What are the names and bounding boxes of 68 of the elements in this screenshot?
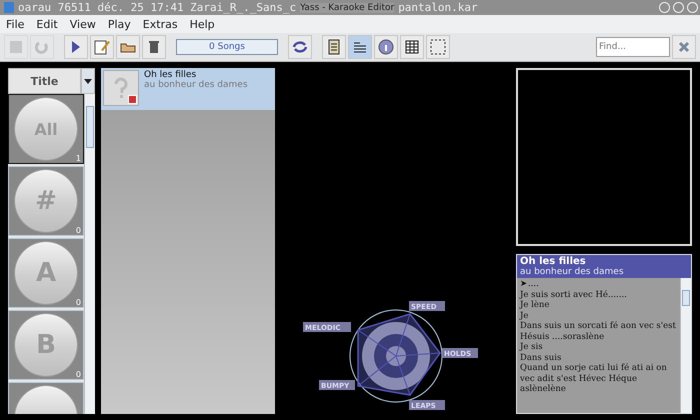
dropdown-button[interactable] (81, 68, 95, 94)
terminal-text: pantalon.kar (398, 1, 478, 14)
toolbar-button[interactable] (142, 35, 166, 59)
toolbar-button[interactable] (426, 35, 450, 59)
play-icon (71, 40, 81, 54)
lyric-line: Dans suis (520, 352, 562, 363)
letter-label: All (15, 98, 77, 160)
letter-label: A (15, 242, 77, 304)
lyrics-artist: au bonheur des dames (520, 267, 625, 277)
close-icon (678, 41, 690, 53)
menu-item[interactable]: Edit (36, 18, 58, 30)
lyric-line: ➤.... (520, 279, 540, 290)
caret-icon (84, 78, 92, 84)
toolbar-button[interactable] (64, 35, 88, 59)
scrollbar[interactable] (680, 278, 691, 413)
song-count: 0 (76, 370, 81, 379)
song-title: Oh les filles (144, 70, 198, 80)
window-title: Yass - Karaoke Editor (300, 2, 394, 12)
dashed-frame-icon (430, 39, 446, 55)
trash-icon (149, 40, 159, 54)
toolbar-button[interactable] (348, 35, 372, 59)
text-lines-icon (353, 40, 367, 54)
refresh-icon (292, 40, 308, 54)
song-count: 1 (76, 154, 81, 163)
maximize-icon[interactable] (673, 2, 684, 13)
pencil-icon (94, 39, 110, 55)
letter-tile[interactable]: All 1 (8, 94, 84, 164)
lyric-line: Dans suis un sorcati fé aon vec s'est Hésuis ....soraslène (520, 321, 677, 342)
letter-tile[interactable]: # 0 (8, 166, 84, 236)
menu-item[interactable]: File (6, 18, 24, 30)
lyric-line: Je (520, 310, 530, 321)
song-count: 0 (76, 226, 81, 235)
minimize-icon[interactable] (659, 2, 670, 13)
scrollbar[interactable] (84, 94, 95, 414)
search-field[interactable]: Find... (596, 37, 670, 57)
menu-item[interactable]: View (70, 18, 96, 30)
menu-item[interactable]: Extras (142, 18, 178, 30)
lyric-line: Quand un sorje cati lui fé ati ai on vec adit s'est Hévec Héque aslènelène (520, 363, 668, 394)
cover-placeholder-icon (103, 70, 139, 106)
terminal-text: oarau 76511 déc. 25 17:41 Zarai_R_._Sans_c (18, 1, 296, 14)
toolbar-button[interactable] (400, 35, 424, 59)
sort-dropdown[interactable]: Title (8, 68, 81, 94)
toolbar-button[interactable] (288, 35, 312, 59)
lyric-line: Je lène (520, 300, 550, 310)
folder-icon (120, 41, 136, 53)
letter-tile[interactable]: B 0 (8, 310, 84, 380)
lyric-line: Je sis (520, 342, 544, 352)
song-row[interactable]: Oh les filles au bonheur des dames (101, 68, 275, 110)
clear-button[interactable] (672, 35, 696, 59)
redo-icon (35, 40, 49, 54)
letter-label: B (15, 314, 77, 376)
song-count: 0 Songs (176, 39, 278, 55)
menu-item[interactable]: Play (108, 18, 131, 30)
song-artist: au bonheur des dames (144, 80, 248, 90)
song-count: 0 (76, 298, 81, 307)
lyric-line: Je suis sorti avec Hé....... (520, 290, 628, 300)
letter-label: # (15, 170, 77, 232)
info-icon (378, 39, 394, 55)
app-icon (4, 2, 14, 13)
toolbar-button[interactable] (90, 35, 114, 59)
grid-icon (405, 40, 419, 54)
toolbar-button[interactable] (374, 35, 398, 59)
toolbar-button[interactable] (116, 35, 140, 59)
letter-tile[interactable]: A 0 (8, 238, 84, 308)
lyrics-title: Oh les filles (520, 256, 587, 267)
toolbar-button[interactable] (322, 35, 346, 59)
close-icon[interactable] (687, 2, 698, 13)
menu-item[interactable]: Help (190, 18, 215, 30)
